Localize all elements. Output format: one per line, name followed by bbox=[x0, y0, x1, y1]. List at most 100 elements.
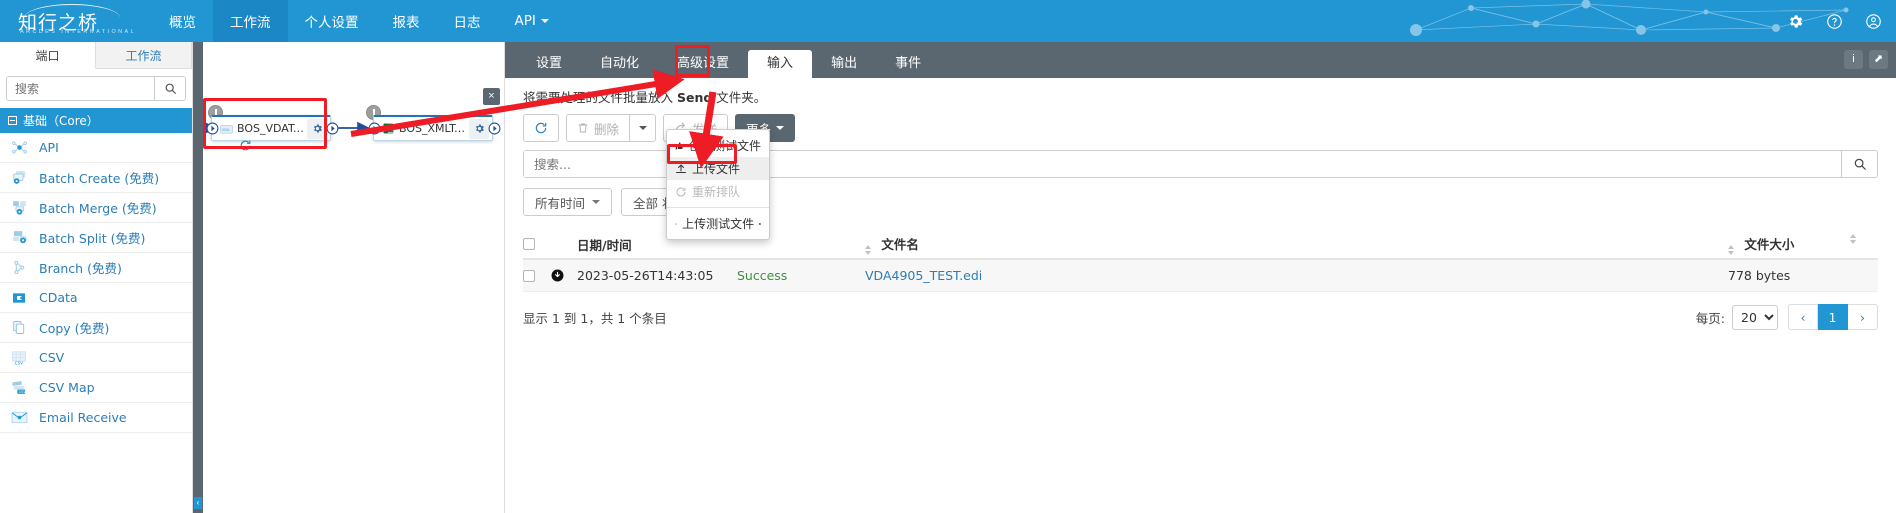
sidebar-item-csv-map[interactable]: CSV CSV Map bbox=[0, 373, 192, 403]
help-icon[interactable] bbox=[1826, 13, 1843, 30]
next-page-button[interactable]: › bbox=[1848, 304, 1878, 330]
tab-events[interactable]: 事件 bbox=[876, 50, 940, 78]
nav-item-workflow[interactable]: 工作流 bbox=[213, 0, 288, 42]
maximize-icon[interactable]: ⬈ bbox=[1869, 50, 1888, 69]
sidebar-item-copy[interactable]: Copy (免费) bbox=[0, 313, 192, 343]
left-panel-tabs: 端口 工作流 bbox=[0, 42, 192, 69]
nav-item-logs[interactable]: 日志 bbox=[437, 0, 498, 42]
nav-item-api[interactable]: API bbox=[498, 0, 566, 42]
refresh-button[interactable] bbox=[523, 114, 559, 142]
cdata-icon bbox=[8, 289, 30, 307]
workflow-canvas[interactable]: VDA BOS_VDAToXML X BOS_XMLToExce... × bbox=[203, 42, 505, 513]
batch-split-icon bbox=[8, 229, 30, 247]
description-prefix: 将需要处理的文件批量放入 bbox=[523, 90, 677, 105]
tab-output[interactable]: 输出 bbox=[812, 50, 876, 78]
node-refresh-icon[interactable] bbox=[239, 139, 252, 155]
description-bold: Send bbox=[677, 90, 712, 105]
panel-description: 将需要处理的文件批量放入 Send 文件夹。 bbox=[505, 78, 1896, 109]
tab-workflows[interactable]: 工作流 bbox=[96, 42, 192, 68]
excel-icon: X bbox=[379, 122, 397, 135]
chevron-down-icon bbox=[592, 200, 600, 204]
search-icon[interactable] bbox=[154, 77, 185, 100]
flow-node-bos-vdatoxml[interactable]: VDA BOS_VDAToXML bbox=[211, 115, 331, 141]
column-label: 文件大小 bbox=[1744, 237, 1794, 252]
flow-node-label: BOS_VDAToXML bbox=[235, 122, 307, 135]
sidebar-item-batch-merge[interactable]: Batch Merge (免费) bbox=[0, 193, 192, 223]
file-link[interactable]: VDA4905_TEST.edi bbox=[865, 268, 982, 283]
tab-input[interactable]: 输入 bbox=[748, 50, 812, 78]
sidebar-item-csv[interactable]: .csv CSV bbox=[0, 343, 192, 373]
sidebar-item-api[interactable]: API bbox=[0, 133, 192, 163]
menu-item-upload-test-file[interactable]: 上传测试文件 i bbox=[667, 212, 769, 235]
menu-separator bbox=[667, 207, 769, 208]
per-page-select[interactable]: 20 bbox=[1732, 305, 1778, 330]
sidebar-item-cdata[interactable]: CData bbox=[0, 283, 192, 313]
info-icon[interactable]: i bbox=[1844, 50, 1863, 69]
table-row[interactable]: 2023-05-26T14:43:05 Success VDA4905_TEST… bbox=[523, 260, 1878, 292]
sidebar-item-label: Batch Merge (免费) bbox=[39, 198, 157, 217]
account-icon[interactable] bbox=[1865, 13, 1882, 30]
sort-icon[interactable] bbox=[1728, 245, 1734, 255]
node-gear-icon[interactable] bbox=[307, 119, 327, 139]
column-header-filename[interactable]: 文件名 bbox=[865, 234, 1728, 255]
gear-icon[interactable] bbox=[1787, 13, 1804, 30]
sort-icon[interactable] bbox=[865, 245, 871, 255]
tab-automation[interactable]: 自动化 bbox=[581, 50, 658, 78]
node-input-port-2[interactable] bbox=[368, 122, 381, 135]
sidebar-item-batch-split[interactable]: Batch Split (免费) bbox=[0, 223, 192, 253]
delete-label: 删除 bbox=[594, 119, 619, 138]
batch-create-icon bbox=[8, 169, 30, 187]
nav-label: API bbox=[515, 13, 536, 29]
delete-dropdown-button[interactable] bbox=[630, 114, 656, 142]
batch-merge-icon bbox=[8, 199, 30, 217]
flow-node-bos-xmltoexcel[interactable]: X BOS_XMLToExce... bbox=[373, 115, 493, 141]
node-output-port-1[interactable] bbox=[326, 122, 339, 135]
right-panel-tabs: 设置 自动化 高级设置 输入 输出 事件 i ⬈ bbox=[505, 42, 1896, 78]
node-gear-icon[interactable] bbox=[469, 119, 489, 139]
search-icon[interactable] bbox=[1841, 151, 1877, 177]
menu-item-upload-file[interactable]: 上传文件 bbox=[667, 157, 769, 180]
tab-advanced-settings[interactable]: 高级设置 bbox=[658, 50, 748, 78]
delete-button[interactable]: 删除 bbox=[566, 114, 630, 142]
node-input-port-1[interactable] bbox=[206, 122, 219, 135]
app-logo[interactable]: 知行之桥 ARCDES INTERNATIONAL bbox=[10, 2, 130, 40]
vda-icon: VDA bbox=[217, 123, 235, 135]
sidebar-group-core[interactable]: 基础（Core） bbox=[0, 108, 192, 133]
column-header-filesize[interactable]: 文件大小 bbox=[1728, 234, 1878, 255]
select-all-cell bbox=[523, 238, 551, 250]
left-panel: 端口 工作流 基础（Core） API Batch Create (免费) Ba… bbox=[0, 42, 193, 513]
sidebar-item-batch-create[interactable]: Batch Create (免费) bbox=[0, 163, 192, 193]
select-all-checkbox[interactable] bbox=[523, 238, 535, 250]
flow-node-label: BOS_XMLToExce... bbox=[397, 122, 469, 135]
menu-item-create-test-file[interactable]: 创建测试文件 bbox=[667, 134, 769, 157]
nav-item-reports[interactable]: 报表 bbox=[376, 0, 437, 42]
table-footer: 显示 1 到 1，共 1 个条目 每页: 20 ‹ 1 › bbox=[523, 304, 1878, 330]
download-icon[interactable] bbox=[551, 269, 564, 282]
svg-text:.csv: .csv bbox=[13, 361, 23, 366]
canvas-collapse-button[interactable]: × bbox=[483, 88, 500, 105]
nav-label: 工作流 bbox=[230, 11, 271, 31]
sidebar-item-branch[interactable]: Branch (免费) bbox=[0, 253, 192, 283]
prev-page-button[interactable]: ‹ bbox=[1788, 304, 1818, 330]
sidebar-item-email-receive[interactable]: Email Receive bbox=[0, 403, 192, 433]
right-panel: 设置 自动化 高级设置 输入 输出 事件 i ⬈ 将需要处理的文件批量放入 Se… bbox=[505, 42, 1896, 513]
node-output-port-2[interactable] bbox=[488, 122, 501, 135]
time-filter-button[interactable]: 所有时间 bbox=[523, 188, 612, 216]
nav-item-overview[interactable]: 概览 bbox=[152, 0, 213, 42]
panel-resize-rail[interactable]: ‹ bbox=[193, 42, 203, 513]
page-button-1[interactable]: 1 bbox=[1818, 304, 1848, 330]
row-checkbox[interactable] bbox=[523, 270, 535, 282]
left-panel-search-wrap bbox=[0, 69, 192, 108]
tab-ports[interactable]: 端口 bbox=[0, 42, 96, 69]
collapse-icon bbox=[8, 116, 17, 125]
cell-datetime: 2023-05-26T14:43:05 bbox=[577, 268, 737, 283]
rail-handle[interactable]: ‹ bbox=[194, 497, 202, 509]
sidebar-item-label: Copy (免费) bbox=[39, 318, 109, 337]
svg-text:X: X bbox=[384, 127, 387, 133]
description-suffix: 文件夹。 bbox=[712, 90, 766, 105]
search-input[interactable] bbox=[7, 77, 154, 100]
tab-settings[interactable]: 设置 bbox=[517, 50, 581, 78]
info-badge-icon[interactable]: i bbox=[759, 219, 761, 229]
nav-item-personal-settings[interactable]: 个人设置 bbox=[288, 0, 376, 42]
sort-icon-secondary[interactable] bbox=[1850, 234, 1856, 244]
